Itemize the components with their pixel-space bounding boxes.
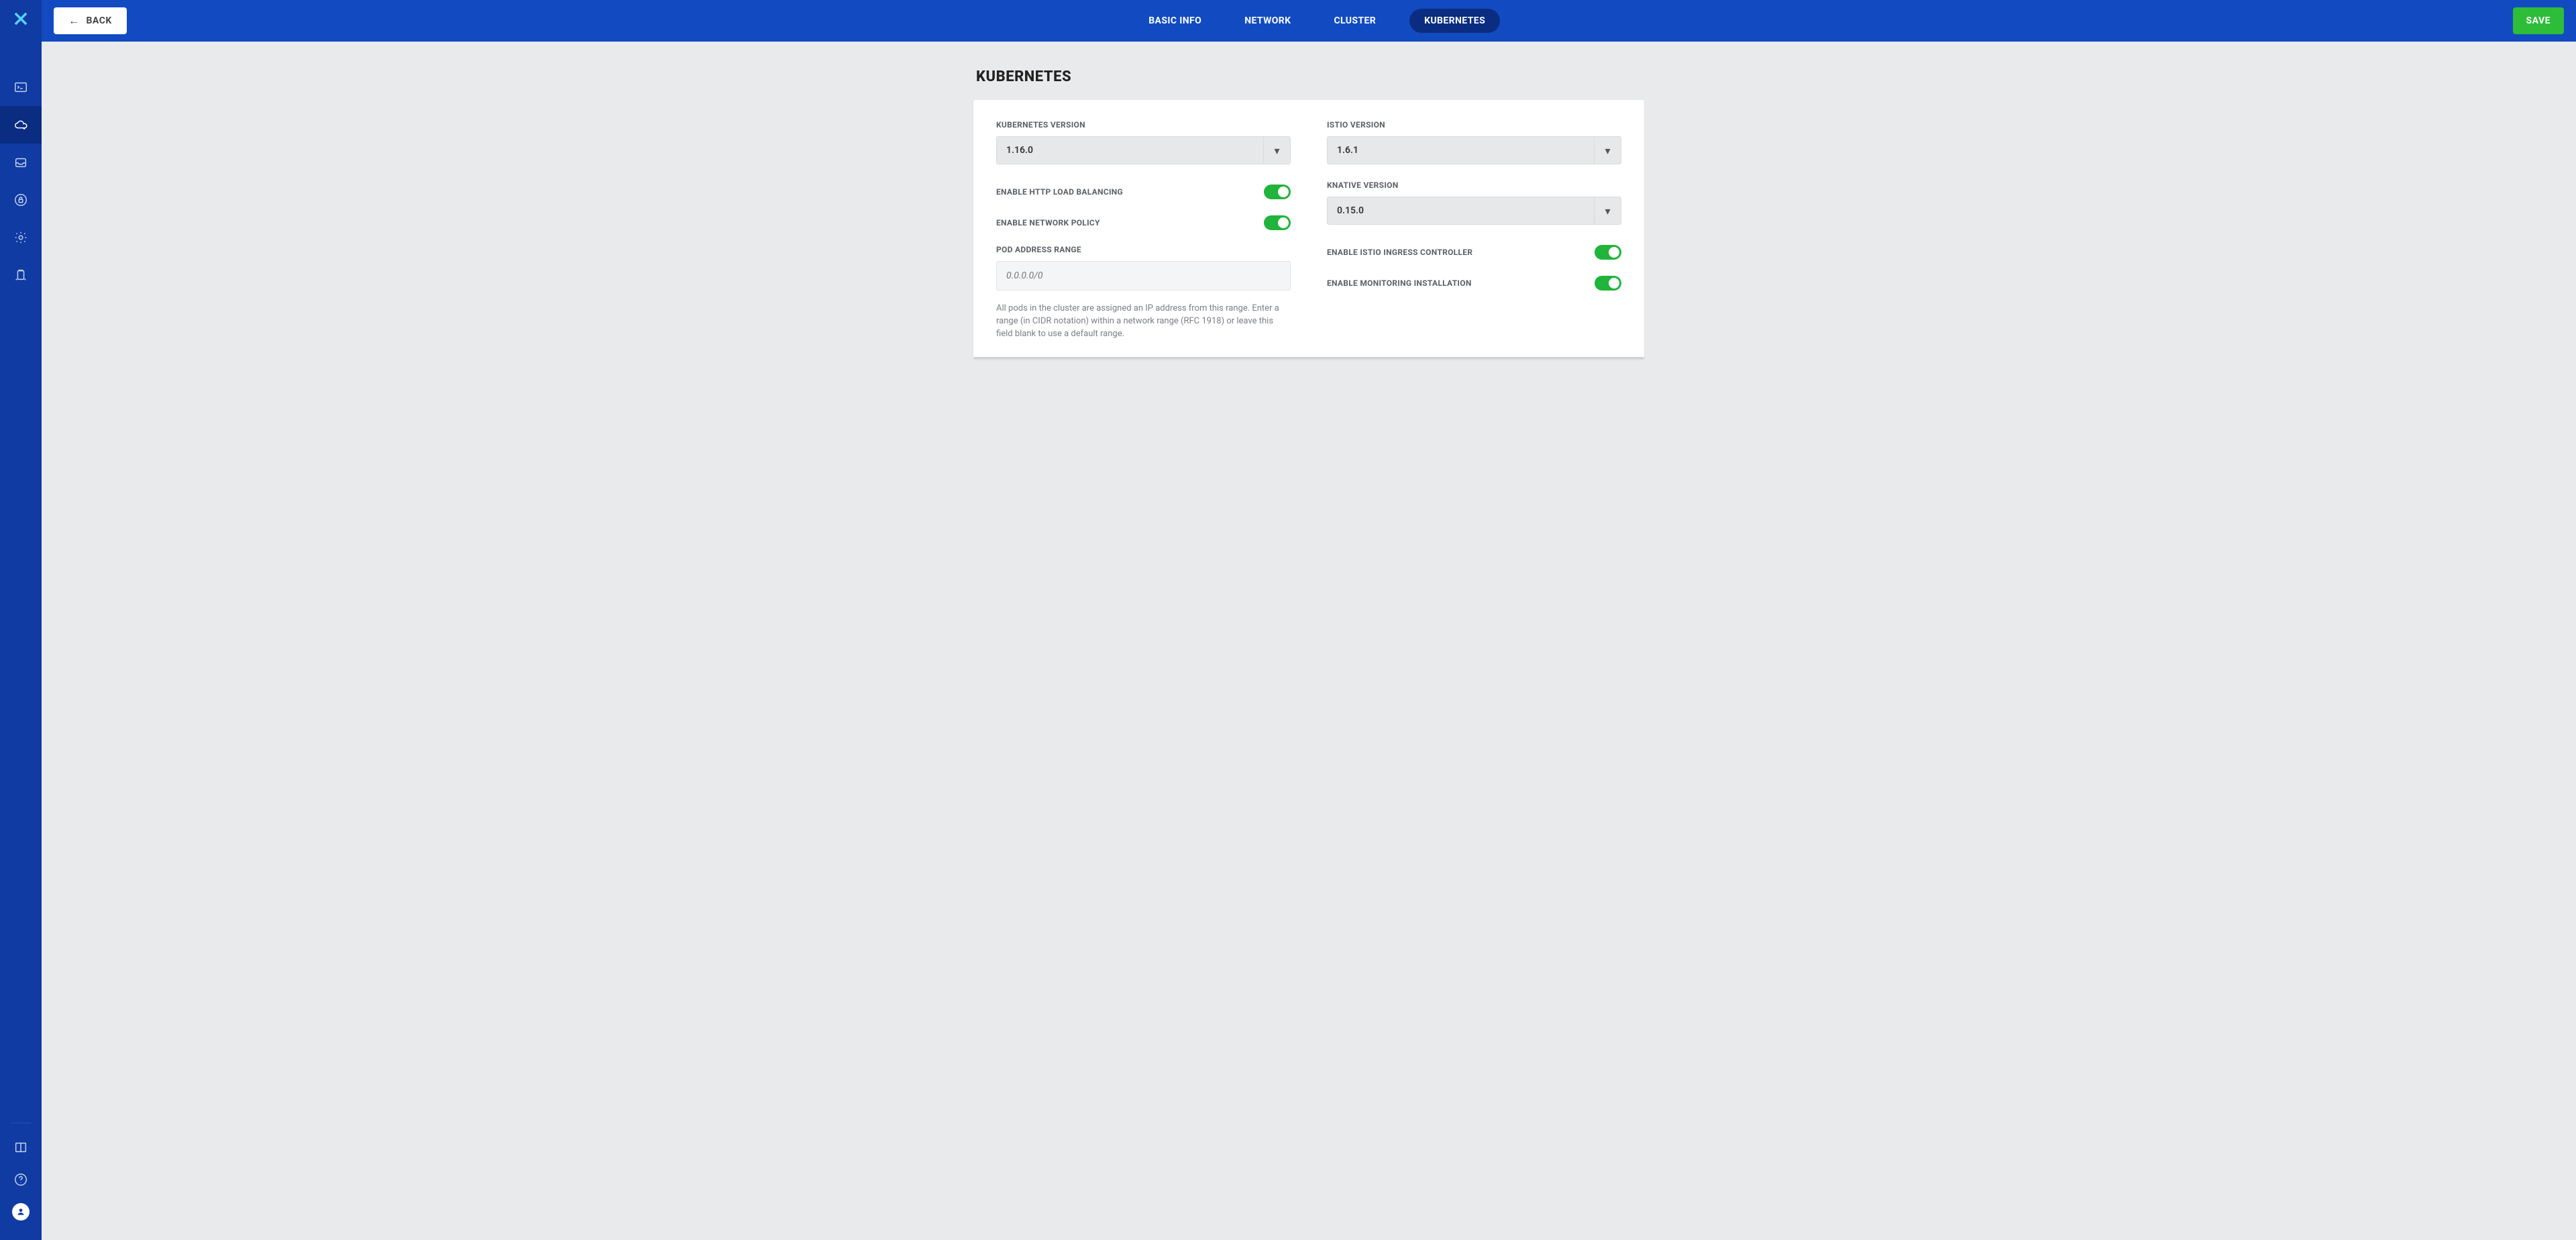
sidebar-item-inbox[interactable] [0,144,42,181]
pod-range-label: POD ADDRESS RANGE [996,245,1291,254]
pod-range-input[interactable] [996,261,1291,291]
sidebar-item-docs[interactable] [0,1131,42,1164]
back-button-label: BACK [87,15,112,26]
help-icon [13,1172,28,1187]
sidebar-item-cloud[interactable] [0,106,42,144]
kubernetes-card: KUBERNETES VERSION 1.16.0 ▾ ENABLE HTTP … [973,100,1644,359]
inbox-icon [13,155,28,170]
tab-kubernetes[interactable]: KUBERNETES [1409,9,1500,33]
network-policy-toggle[interactable] [1264,215,1291,230]
monitoring-label: ENABLE MONITORING INSTALLATION [1327,278,1472,288]
tab-basic-info[interactable]: BASIC INFO [1139,10,1211,32]
back-button[interactable]: ← BACK [54,7,127,34]
k8s-version-select[interactable]: 1.16.0 ▾ [996,136,1291,164]
istio-version-value: 1.6.1 [1328,145,1594,156]
sidebar-bottom [0,1115,42,1240]
content-scroll: KUBERNETES KUBERNETES VERSION 1.16.0 ▾ E… [42,42,2576,1240]
right-column: ISTIO VERSION 1.6.1 ▾ KNATIVE VERSION 0.… [1327,120,1621,341]
monitoring-row: ENABLE MONITORING INSTALLATION [1327,274,1621,292]
book-icon [13,1140,28,1155]
sidebar-item-user[interactable] [0,1196,42,1228]
top-tabs: BASIC INFO NETWORK CLUSTER KUBERNETES [127,9,2513,33]
knative-version-select[interactable]: 0.15.0 ▾ [1327,197,1621,225]
sidebar-item-clipboard[interactable] [0,256,42,294]
chevron-down-icon: ▾ [1594,197,1621,224]
app-root: ← BACK BASIC INFO NETWORK CLUSTER KUBERN… [0,0,2576,1240]
k8s-version-value: 1.16.0 [997,145,1263,156]
istio-version-select[interactable]: 1.6.1 ▾ [1327,136,1621,164]
istio-ingress-row: ENABLE ISTIO INGRESS CONTROLLER [1327,244,1621,261]
network-policy-row: ENABLE NETWORK POLICY [996,214,1291,231]
sidebar-item-terminal[interactable] [0,68,42,106]
arrow-left-icon: ← [68,14,80,28]
monitoring-toggle[interactable] [1595,276,1621,291]
sidebar-item-lock[interactable] [0,181,42,219]
http-lb-label: ENABLE HTTP LOAD BALANCING [996,187,1123,197]
network-policy-label: ENABLE NETWORK POLICY [996,218,1100,227]
left-sidebar [0,0,42,1240]
page-title: KUBERNETES [973,68,1644,85]
clipboard-icon [13,268,28,282]
chevron-down-icon: ▾ [1594,137,1621,164]
avatar [12,1203,30,1221]
save-button[interactable]: SAVE [2513,7,2565,34]
istio-version-label: ISTIO VERSION [1327,120,1621,130]
app-logo[interactable] [11,9,30,28]
k8s-version-label: KUBERNETES VERSION [996,120,1291,130]
sidebar-item-settings[interactable] [0,219,42,256]
http-lb-row: ENABLE HTTP LOAD BALANCING [996,183,1291,201]
left-column: KUBERNETES VERSION 1.16.0 ▾ ENABLE HTTP … [996,120,1291,341]
pod-range-help: All pods in the cluster are assigned an … [996,303,1291,341]
tab-network[interactable]: NETWORK [1235,10,1300,32]
lock-icon [13,193,28,207]
cloud-icon [13,117,28,132]
knative-version-label: KNATIVE VERSION [1327,180,1621,190]
tab-cluster[interactable]: CLUSTER [1324,10,1385,32]
chevron-down-icon: ▾ [1263,137,1290,164]
gear-icon [13,230,28,245]
terminal-icon [13,80,28,95]
http-lb-toggle[interactable] [1264,185,1291,199]
sidebar-item-help[interactable] [0,1164,42,1196]
user-icon [16,1207,25,1217]
main-area: ← BACK BASIC INFO NETWORK CLUSTER KUBERN… [42,0,2576,1240]
istio-ingress-label: ENABLE ISTIO INGRESS CONTROLLER [1327,248,1472,257]
istio-ingress-toggle[interactable] [1595,245,1621,260]
top-bar: ← BACK BASIC INFO NETWORK CLUSTER KUBERN… [42,0,2576,42]
knative-version-value: 0.15.0 [1328,205,1594,216]
